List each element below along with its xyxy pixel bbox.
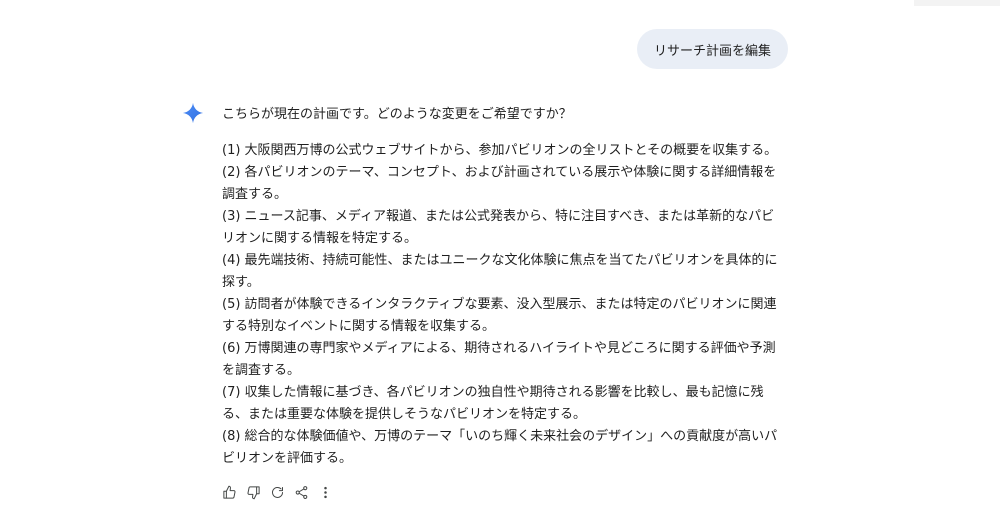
plan-item: (8) 総合的な体験価値や、万博のテーマ「いのち輝く未来社会のデザイン」への貢献… (222, 429, 778, 466)
plan-item: (1) 大阪関西万博の公式ウェブサイトから、参加パビリオンの全リストとその概要を… (222, 143, 778, 158)
gemini-sparkle-icon (182, 102, 204, 124)
user-message-text: リサーチ計画を編集 (654, 43, 772, 59)
user-message-bubble: リサーチ計画を編集 (637, 29, 789, 69)
more-vert-icon (323, 486, 327, 498)
response-actions-bar (220, 483, 334, 501)
research-plan-list: (1) 大阪関西万博の公式ウェブサイトから、参加パビリオンの全リストとその概要を… (222, 140, 782, 470)
thumbs-down-icon (246, 485, 260, 499)
thumbs-up-button[interactable] (220, 483, 238, 501)
thumbs-up-icon (222, 485, 236, 499)
assistant-response: こちらが現在の計画です。どのような変更をご希望ですか？ (1) 大阪関西万博の公… (222, 104, 782, 470)
plan-item: (2) 各パビリオンのテーマ、コンセプト、および計画されている展示や体験に関する… (222, 165, 777, 202)
plan-item: (7) 収集した情報に基づき、各パビリオンの独自性や期待される影響を比較し、最も… (222, 385, 764, 422)
regenerate-button[interactable] (268, 483, 286, 501)
thumbs-down-button[interactable] (244, 483, 262, 501)
share-icon (295, 485, 307, 499)
plan-item: (3) ニュース記事、メディア報道、または公式発表から、特に注目すべき、または革… (222, 209, 775, 246)
share-button[interactable] (292, 483, 310, 501)
plan-item: (5) 訪問者が体験できるインタラクティブな要素、没入型展示、または特定のパビリ… (222, 297, 777, 334)
window-edge-strip (914, 0, 1000, 6)
more-options-button[interactable] (316, 483, 334, 501)
plan-item: (4) 最先端技術、持続可能性、またはユニークな文化体験に焦点を当てたパビリオン… (222, 253, 778, 290)
regenerate-icon (271, 486, 283, 498)
plan-item: (6) 万博関連の専門家やメディアによる、期待されるハイライトや見どころに関する… (222, 341, 776, 378)
response-intro: こちらが現在の計画です。どのような変更をご希望ですか？ (222, 107, 572, 122)
